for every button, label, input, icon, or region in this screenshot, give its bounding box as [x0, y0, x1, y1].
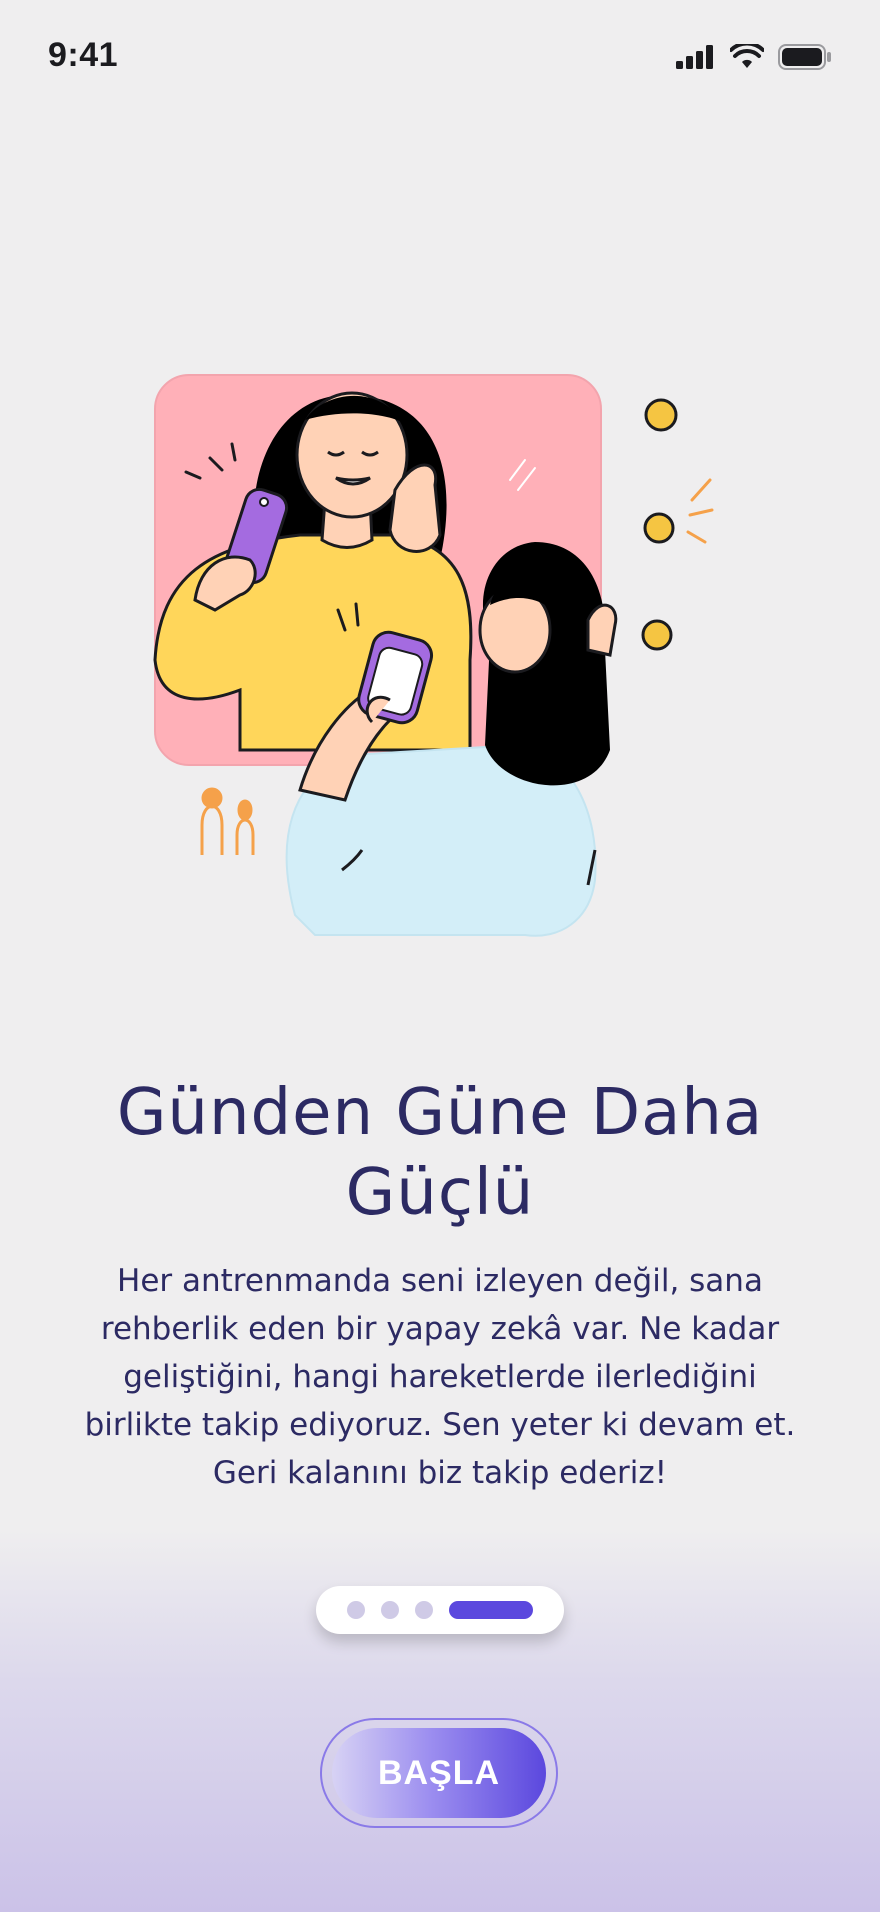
status-time: 9:41 — [48, 36, 119, 74]
page-dot-2[interactable] — [381, 1601, 399, 1619]
battery-icon — [778, 44, 831, 70]
onboarding-description: Her antrenmanda seni izleyen değil, sana… — [84, 1263, 796, 1491]
coin-1 — [644, 398, 678, 432]
page-dot-1[interactable] — [347, 1601, 365, 1619]
page-title: Günden Güne Daha Güçlü — [116, 1075, 764, 1230]
coin-2 — [643, 512, 675, 544]
start-button-ring: BAŞLA — [320, 1718, 558, 1828]
people-icon — [200, 787, 255, 855]
two-women-video-call-illustration — [153, 374, 714, 937]
status-bar: 9:41 — [0, 0, 880, 120]
page-dot-3[interactable] — [415, 1601, 433, 1619]
coin-3 — [641, 619, 673, 651]
page-indicator[interactable] — [316, 1586, 564, 1634]
wifi-icon — [730, 44, 764, 68]
status-icons — [676, 44, 832, 70]
signal-icon — [676, 45, 713, 69]
start-button[interactable]: BAŞLA — [332, 1728, 546, 1818]
page-dot-4-active[interactable] — [449, 1601, 533, 1619]
